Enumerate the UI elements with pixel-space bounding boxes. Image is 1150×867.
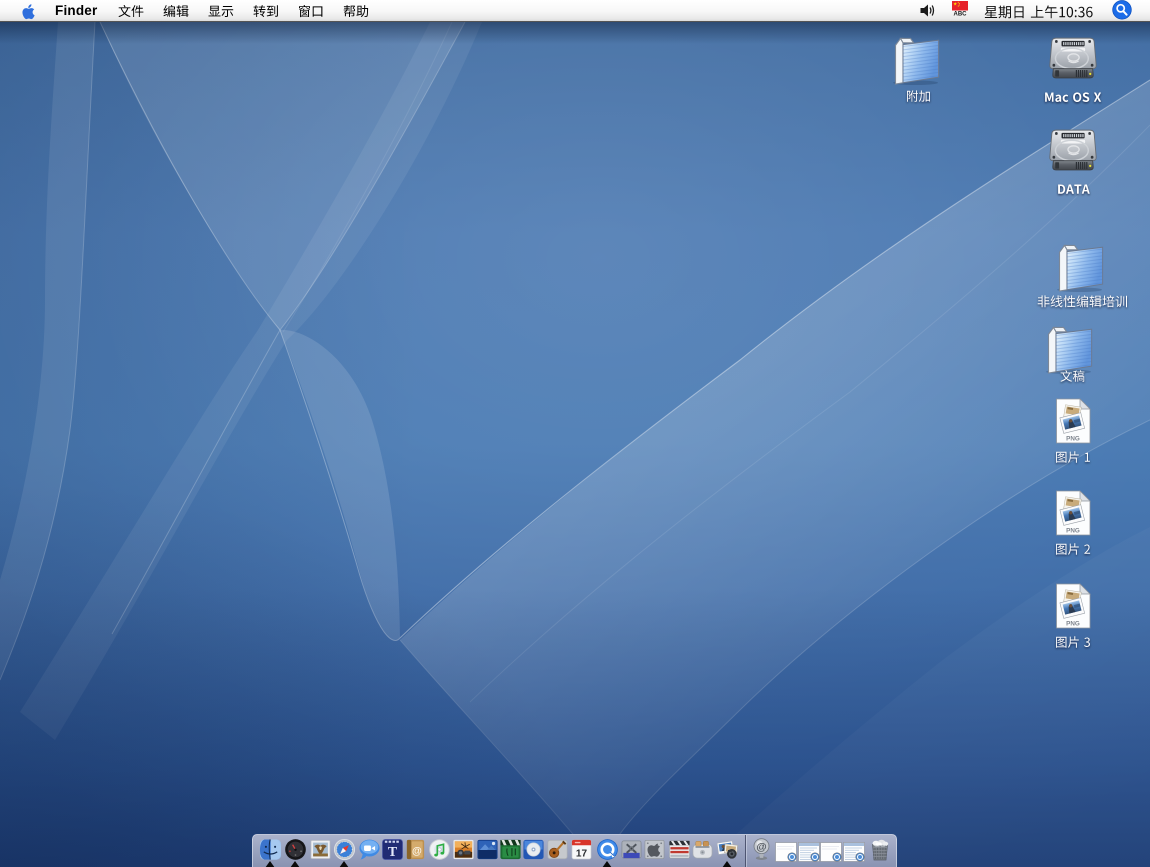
svg-text:17: 17 xyxy=(575,849,587,860)
svg-text:@: @ xyxy=(412,846,422,857)
svg-text:PNG: PNG xyxy=(1066,528,1080,535)
svg-text:@: @ xyxy=(756,841,766,853)
svg-text:T: T xyxy=(388,845,398,860)
svg-text:PNG: PNG xyxy=(1066,621,1080,628)
svg-text:ABC: ABC xyxy=(954,12,968,16)
svg-text:PNG: PNG xyxy=(1066,436,1080,443)
